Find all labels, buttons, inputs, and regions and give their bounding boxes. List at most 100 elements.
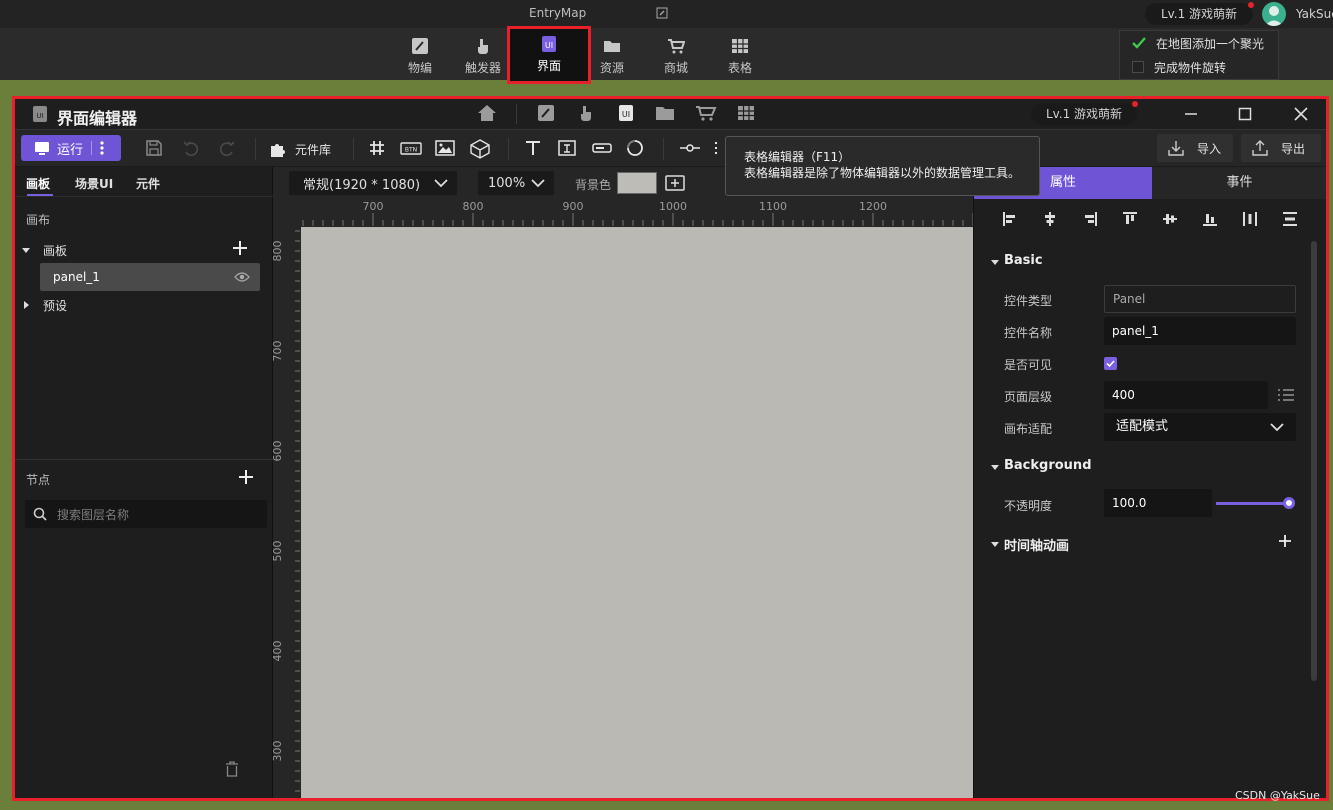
align-center-h-icon[interactable]: [1042, 211, 1062, 231]
home-icon[interactable]: [477, 104, 497, 122]
tooltip-description: 表格编辑器是除了物体编辑器以外的数据管理工具。: [744, 166, 1021, 180]
tab-components[interactable]: 元件: [136, 175, 160, 192]
level-badge[interactable]: Lv.1 游戏萌新: [1145, 3, 1253, 25]
tree-item-panel[interactable]: panel_1: [40, 263, 260, 291]
checkbox[interactable]: [1132, 61, 1144, 73]
control-name-input[interactable]: panel_1: [1104, 317, 1296, 345]
add-artboard-icon[interactable]: [232, 240, 248, 256]
checklist-item[interactable]: 完成物件旋转: [1120, 55, 1278, 79]
tree-root-artboard[interactable]: 画板: [43, 242, 67, 259]
image-widget-icon[interactable]: [435, 139, 455, 159]
properties-scrollbar[interactable]: [1311, 241, 1317, 681]
expand-caret-icon[interactable]: [990, 257, 1000, 267]
timeline-section-title[interactable]: 时间轴动画: [1004, 535, 1069, 554]
undo-icon[interactable]: [182, 139, 202, 159]
chevron-down-icon: [434, 179, 448, 188]
text-widget-icon[interactable]: [524, 139, 544, 159]
username[interactable]: YakSue: [1296, 7, 1333, 21]
component-library-button[interactable]: 元件库: [269, 140, 331, 158]
align-top-icon[interactable]: [1122, 211, 1142, 231]
expand-caret-icon[interactable]: [990, 462, 1000, 472]
zoom-select[interactable]: 100%: [478, 171, 554, 195]
visible-label: 是否可见: [1004, 358, 1053, 372]
minimize-icon[interactable]: [1181, 104, 1201, 124]
basic-section-title[interactable]: Basic: [1004, 253, 1043, 268]
opacity-slider-handle[interactable]: [1283, 497, 1295, 509]
align-left-icon[interactable]: [1002, 211, 1022, 231]
edit-title-icon[interactable]: [656, 7, 668, 19]
circle-progress-icon[interactable]: [626, 139, 646, 159]
save-icon[interactable]: [145, 139, 165, 159]
hand-pointer-icon[interactable]: [577, 104, 595, 122]
folder-icon[interactable]: [655, 104, 675, 122]
tab-store[interactable]: 商城: [645, 28, 707, 80]
tab-trigger[interactable]: 触发器: [452, 28, 514, 80]
tab-ui-editor[interactable]: UI 界面: [507, 26, 591, 84]
distribute-h-icon[interactable]: [1242, 211, 1262, 231]
tab-resources[interactable]: 资源: [581, 28, 643, 80]
resolution-select[interactable]: 常规(1920 * 1080): [289, 171, 457, 195]
close-icon[interactable]: [1291, 104, 1311, 124]
fit-screen-icon[interactable]: [665, 173, 685, 193]
maximize-icon[interactable]: [1235, 104, 1255, 124]
export-button[interactable]: 导出: [1241, 134, 1321, 162]
canvas-adapt-value: 适配模式: [1116, 419, 1169, 434]
table-icon[interactable]: [737, 104, 755, 122]
expand-caret-icon[interactable]: [990, 539, 1000, 549]
eye-icon[interactable]: [234, 271, 250, 283]
tab-label: 表格: [727, 61, 752, 75]
notification-dot: [1132, 101, 1138, 107]
grid-hash-icon[interactable]: [368, 139, 388, 159]
tab-label: 界面: [536, 59, 561, 73]
model-widget-icon[interactable]: [470, 139, 490, 159]
tab-events[interactable]: 事件: [1152, 167, 1326, 199]
add-animation-icon[interactable]: [1278, 534, 1292, 548]
import-button[interactable]: 导入: [1157, 134, 1233, 162]
opacity-slider[interactable]: [1216, 502, 1288, 505]
tab-table[interactable]: 表格: [709, 28, 771, 80]
trash-icon[interactable]: [225, 761, 239, 777]
redo-icon[interactable]: [218, 139, 238, 159]
tab-artboard[interactable]: 画板: [26, 175, 50, 192]
tree-item-presets[interactable]: 预设: [43, 297, 67, 314]
avatar[interactable]: [1262, 2, 1286, 26]
artboard-canvas[interactable]: [301, 227, 973, 798]
page-layer-input[interactable]: 400: [1104, 381, 1268, 409]
cart-icon[interactable]: [695, 104, 717, 122]
align-center-v-icon[interactable]: [1162, 211, 1182, 231]
brush-icon[interactable]: [537, 104, 555, 122]
opacity-input[interactable]: 100.0: [1104, 489, 1212, 517]
monitor-icon: [35, 141, 49, 155]
run-button[interactable]: 运行: [21, 135, 121, 161]
more-icon[interactable]: [100, 141, 104, 155]
background-color-swatch[interactable]: [617, 172, 657, 194]
align-bottom-icon[interactable]: [1202, 211, 1222, 231]
layer-search-input[interactable]: 搜索图层名称: [25, 500, 267, 528]
add-node-icon[interactable]: [238, 469, 254, 485]
control-name-label: 控件名称: [1004, 326, 1053, 340]
list-icon[interactable]: [1277, 387, 1295, 403]
ui-editor-window: UI 界面编辑器 UI Lv.1 游戏萌新 运行 元件库 BTN 导入 导出 表…: [12, 96, 1329, 801]
upload-icon: [1252, 140, 1268, 156]
tab-scene-ui[interactable]: 场景UI: [75, 175, 113, 192]
ui-icon[interactable]: UI: [617, 104, 635, 122]
background-section-title[interactable]: Background: [1004, 458, 1092, 473]
cart-icon: [668, 39, 685, 54]
distribute-v-icon[interactable]: [1282, 211, 1302, 231]
checklist-item[interactable]: 在地图添加一个聚光: [1120, 31, 1278, 55]
map-title: EntryMap: [529, 6, 587, 20]
align-right-icon[interactable]: [1082, 211, 1102, 231]
progress-widget-icon[interactable]: [592, 139, 612, 159]
slider-widget-icon[interactable]: [679, 139, 700, 159]
canvas-adapt-select[interactable]: 适配模式: [1104, 413, 1296, 441]
button-widget-icon[interactable]: BTN: [400, 139, 422, 159]
page-layer-label: 页面层级: [1004, 390, 1053, 404]
expand-caret-icon[interactable]: [21, 245, 31, 255]
level-badge[interactable]: Lv.1 游戏萌新: [1031, 103, 1137, 125]
task-checklist: 在地图添加一个聚光 完成物件旋转: [1119, 30, 1279, 80]
vertical-ruler: 800 700 600 500 400 300: [273, 227, 301, 798]
visible-checkbox[interactable]: [1104, 357, 1117, 370]
collapse-caret-icon[interactable]: [21, 300, 31, 310]
tab-object-editor[interactable]: 物编: [389, 28, 451, 80]
input-widget-icon[interactable]: [558, 139, 578, 159]
